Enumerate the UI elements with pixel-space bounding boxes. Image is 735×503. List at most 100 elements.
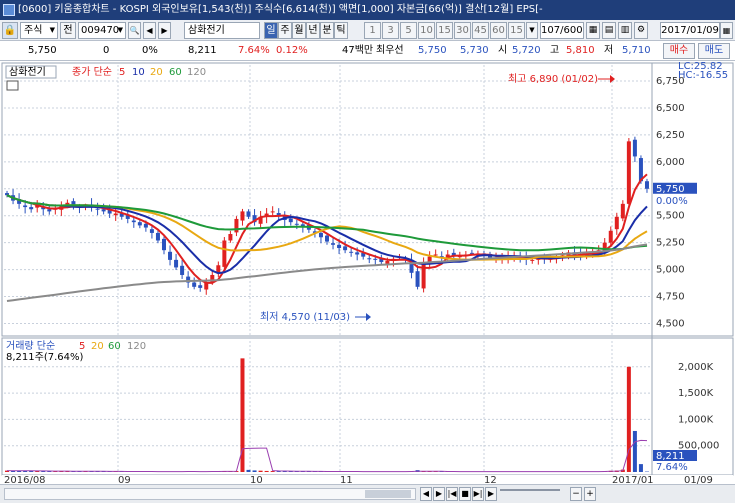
scroll-control-2[interactable]: |◀	[446, 487, 458, 501]
zoom-in-icon[interactable]: +	[584, 487, 596, 501]
price-tick-label: 6,000	[656, 157, 685, 168]
candle-body	[294, 223, 299, 225]
candle-body	[626, 141, 631, 204]
x-axis-label: 2017/01	[612, 475, 654, 484]
title-bar: [0600] 키움종합차트 - KOSPI 외국인보유[1,543(천)] 주식…	[0, 0, 735, 20]
candle-body	[149, 229, 154, 233]
price-ma-period-1: 10	[132, 67, 145, 78]
dropdown-icon[interactable]: ▼	[526, 22, 538, 39]
x-axis-label: 10	[250, 475, 263, 484]
chart-view-icon[interactable]: ▦	[586, 22, 600, 39]
candle-body	[23, 205, 28, 208]
stock-chart[interactable]: 6,7506,5006,2506,0005,7505,5005,2505,000…	[0, 61, 735, 486]
x-axis-label: 2016/08	[4, 475, 46, 484]
app-icon	[3, 4, 15, 16]
volume-bar	[252, 470, 257, 472]
period-button-3[interactable]: 년	[306, 22, 320, 39]
period-button-5[interactable]: 틱	[334, 22, 348, 39]
calendar-icon[interactable]: ▦	[720, 22, 733, 39]
lc-hc-label: HC:-16.55	[678, 70, 728, 81]
scroll-control-0[interactable]: ◀	[420, 487, 432, 501]
candle-body	[337, 244, 342, 249]
candle-body	[222, 240, 227, 267]
period-button-2[interactable]: 월	[292, 22, 306, 39]
zoom-out-icon[interactable]: −	[570, 487, 582, 501]
candle-body	[234, 218, 239, 233]
candle-body	[343, 246, 348, 251]
volume-bar	[258, 470, 263, 472]
stock-legend-name: 삼화전기	[9, 66, 46, 78]
search-icon[interactable]: 🔍	[128, 22, 141, 39]
print-icon[interactable]: ▥	[618, 22, 632, 39]
status-bar: ◀ ▶ |◀ ■ ▶| ▶ − +	[0, 484, 735, 503]
stock-name-field[interactable]: 삼화전기	[184, 22, 260, 39]
price-tick-label: 5,500	[656, 211, 685, 222]
chart-toolbar: 🔒 주식 ▼ 전 009470 ▼ 🔍 ◀ ▶ 삼화전기 일주월년분틱 1 3 5 10 1…	[0, 20, 735, 41]
candle-body	[325, 235, 329, 242]
period-button-0[interactable]: 일	[264, 22, 278, 39]
price-tick-label: 6,500	[656, 103, 685, 114]
candle-body	[168, 251, 173, 260]
candle-body	[349, 251, 354, 253]
scroll-thumb[interactable]	[365, 490, 411, 498]
candle-body	[614, 216, 619, 230]
volume-bar	[638, 464, 643, 472]
market-select[interactable]: 주식 ▼	[20, 22, 58, 39]
price-ma-legend-label: 종가 단순	[72, 66, 112, 78]
price-ma-period-4: 120	[187, 67, 206, 78]
volume-bar	[270, 471, 275, 472]
lock-icon[interactable]: 🔒	[2, 22, 18, 39]
candle-body	[113, 213, 118, 216]
scroll-control-4[interactable]: ▶|	[472, 487, 484, 501]
candle-body	[433, 254, 438, 256]
horizontal-scrollbar[interactable]	[4, 488, 416, 500]
candle-body	[632, 139, 637, 157]
price-tick-label: 4,750	[656, 292, 685, 303]
minute-button-0[interactable]: 1	[364, 22, 381, 39]
candle-body	[161, 238, 166, 251]
count-input[interactable]: 107/600	[540, 22, 584, 39]
minute-button-5[interactable]: 30	[454, 22, 471, 39]
volume-value: 8,211	[188, 45, 217, 56]
volume-panel	[1, 337, 734, 476]
scroll-control-5[interactable]: ▶	[485, 487, 497, 501]
minute-button-2[interactable]: 5	[400, 22, 417, 39]
price-ma-period-3: 60	[169, 67, 182, 78]
minute-button-8[interactable]: 15	[508, 22, 525, 39]
candle-body	[101, 209, 106, 212]
x-axis-label: 09	[118, 475, 131, 484]
period-button-1[interactable]: 주	[278, 22, 292, 39]
minute-button-7[interactable]: 60	[490, 22, 507, 39]
zoom-slider[interactable]	[500, 489, 560, 499]
open-label: 시	[498, 45, 508, 56]
minute-button-1[interactable]: 3	[382, 22, 399, 39]
price-tick-label: 5,000	[656, 265, 685, 276]
candle-body	[355, 252, 360, 255]
next-stock-icon[interactable]: ▶	[158, 22, 171, 39]
gear-icon[interactable]: ⚙	[634, 22, 648, 39]
candle-body	[143, 223, 148, 228]
code-input[interactable]: 009470 ▼	[78, 22, 126, 39]
chart-area[interactable]: 6,7506,5006,2506,0005,7505,5005,2505,000…	[0, 61, 735, 486]
bid-price: 5,730	[460, 45, 489, 56]
table-icon	[6, 80, 19, 91]
buy-button[interactable]: 매수	[663, 43, 695, 59]
candle-body	[644, 181, 649, 189]
minute-button-6[interactable]: 45	[472, 22, 489, 39]
minute-button-3[interactable]: 10	[418, 22, 435, 39]
scroll-control-3[interactable]: ■	[459, 487, 471, 501]
low-label: 저	[604, 45, 614, 56]
high-price: 5,810	[566, 45, 595, 56]
scroll-control-1[interactable]: ▶	[433, 487, 445, 501]
minute-button-4[interactable]: 15	[436, 22, 453, 39]
sell-button[interactable]: 매도	[698, 43, 730, 59]
candle-body	[288, 218, 293, 223]
date-input[interactable]: 2017/01/09	[660, 22, 720, 39]
prev-stock-icon[interactable]: ◀	[143, 22, 156, 39]
candle-body	[385, 260, 390, 264]
prev-button[interactable]: 전	[60, 22, 76, 39]
period-button-4[interactable]: 분	[320, 22, 334, 39]
x-axis-label: 11	[340, 475, 353, 484]
candle-body	[246, 211, 251, 217]
save-icon[interactable]: ▤	[602, 22, 616, 39]
